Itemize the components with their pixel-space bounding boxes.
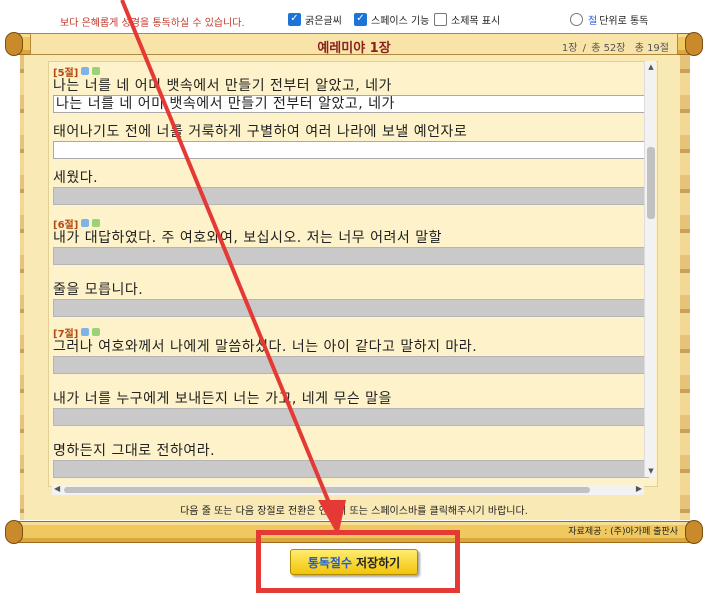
vertical-scroll-thumb[interactable] (647, 147, 655, 219)
verse-line-text: 명하든지 그대로 전하여라. (53, 443, 216, 459)
verse-line-text: 내가 대답하였다. 주 여호와여, 보십시오. 저는 너무 어려서 말할 (53, 230, 442, 246)
verse-line-text: 그러나 여호와께서 나에게 말씀하셨다. 너는 아이 같다고 말하지 마라. (53, 339, 478, 355)
bookmark-icon[interactable] (81, 67, 90, 75)
credit-text: 자료제공 : (주)아가페 출판사 (568, 527, 678, 537)
top-note: 보다 은혜롭게 성경을 통독하실 수 있습니다. (60, 18, 245, 29)
subtitle-option[interactable]: 소제목 표시 (434, 12, 501, 27)
typing-input[interactable] (53, 460, 649, 478)
verse-line-text: 태어나기도 전에 너를 거룩하게 구별하여 여러 나라에 보낼 예언자로 (53, 124, 468, 140)
typing-input-active[interactable] (53, 141, 649, 159)
bold-option[interactable]: ✓ 굵은글씨 (288, 12, 342, 27)
verse-line-text: 줄을 모릅니다. (53, 282, 144, 298)
typing-input[interactable] (53, 408, 649, 426)
scroll-knob-icon (685, 520, 703, 544)
typing-input[interactable] (53, 247, 649, 265)
verse-label: [7절] (53, 326, 649, 340)
scroll-up-icon[interactable]: ▲ (647, 63, 655, 71)
verse-line-text: 나는 너를 네 어미 뱃속에서 만들기 전부터 알았고, 네가 (53, 78, 392, 94)
scroll-left-icon[interactable]: ◀ (54, 484, 60, 493)
verse-mode-option[interactable]: 절 단위로 통독 (570, 12, 649, 27)
bold-option-label: 굵은글씨 (305, 15, 342, 27)
typing-input[interactable] (53, 356, 649, 374)
verse-mode-radio[interactable] (570, 12, 583, 26)
scroll-knob-icon (5, 32, 23, 56)
pencil-icon[interactable] (92, 67, 101, 75)
verse-block: [7절] 그러나 여호와께서 나에게 말씀하셨다. 너는 아이 같다고 말하지 … (53, 326, 649, 478)
verse-line-text: 내가 너를 누구에게 보내든지 너는 가고, 네게 무슨 말을 (53, 391, 392, 407)
reading-area[interactable]: [5절] 나는 너를 네 어미 뱃속에서 만들기 전부터 알았고, 네가 나는 … (48, 61, 658, 487)
verse-mode-accent: 절 (588, 15, 598, 27)
bookmark-icon[interactable] (81, 328, 90, 336)
horizontal-scrollbar[interactable]: ◀ ▶ (52, 484, 644, 495)
vertical-scrollbar[interactable]: ▲ ▼ (644, 61, 656, 477)
navigation-hint: 다음 줄 또는 다음 장절로 전환은 엔터키 또는 스페이스바를 클릭해주시기 … (180, 506, 528, 517)
typing-input[interactable] (53, 299, 649, 317)
scroll-down-icon[interactable]: ▼ (647, 467, 655, 475)
horizontal-scroll-thumb[interactable] (64, 487, 590, 493)
typing-input[interactable] (53, 187, 649, 205)
verse-line-text: 세웠다. (53, 170, 99, 186)
page-separator: / (582, 43, 586, 54)
title-bar: 예레미야 1장 1장 / 총 52장 총 19절 (30, 33, 678, 56)
space-checkbox[interactable]: ✓ (354, 12, 367, 26)
total-chapters: 총 52장 (591, 43, 626, 54)
bookmark-icon[interactable] (81, 219, 90, 227)
options-bar: 보다 은혜롭게 성경을 통독하실 수 있습니다. ✓ 굵은글씨 ✓ 스페이스 기… (0, 0, 708, 34)
pencil-icon[interactable] (92, 219, 101, 227)
parchment-edge-right (680, 55, 690, 520)
subtitle-option-label: 소제목 표시 (451, 15, 501, 27)
save-button-label: 저장하기 (356, 555, 401, 570)
verse-label: [5절] (53, 65, 649, 79)
page-info: 1장 / 총 52장 총 19절 (560, 39, 669, 54)
verse-block: [6절] 내가 대답하였다. 주 여호와여, 보십시오. 저는 너무 어려서 말… (53, 217, 649, 317)
space-option[interactable]: ✓ 스페이스 기능 (354, 12, 430, 27)
total-verses: 총 19절 (634, 43, 669, 54)
save-verse-count-button[interactable]: 통독절수 저장하기 (290, 549, 418, 575)
verse-label: [6절] (53, 217, 649, 231)
current-chapter: 1장 (561, 43, 578, 54)
pencil-icon[interactable] (92, 328, 101, 336)
verse-block: [5절] 나는 너를 네 어미 뱃속에서 만들기 전부터 알았고, 네가 나는 … (53, 65, 649, 205)
scroll-knob-icon (5, 520, 23, 544)
space-option-label: 스페이스 기능 (371, 15, 430, 27)
bold-checkbox[interactable]: ✓ (288, 12, 301, 26)
verse-mode-label: 단위로 통독 (599, 15, 649, 27)
scroll-knob-icon (685, 32, 703, 56)
scroll-right-icon[interactable]: ▶ (636, 484, 642, 493)
save-button-highlight: 통독절수 (307, 555, 352, 570)
typing-input[interactable]: 나는 너를 네 어미 뱃속에서 만들기 전부터 알았고, 네가 (53, 95, 649, 113)
subtitle-checkbox[interactable] (434, 12, 447, 26)
